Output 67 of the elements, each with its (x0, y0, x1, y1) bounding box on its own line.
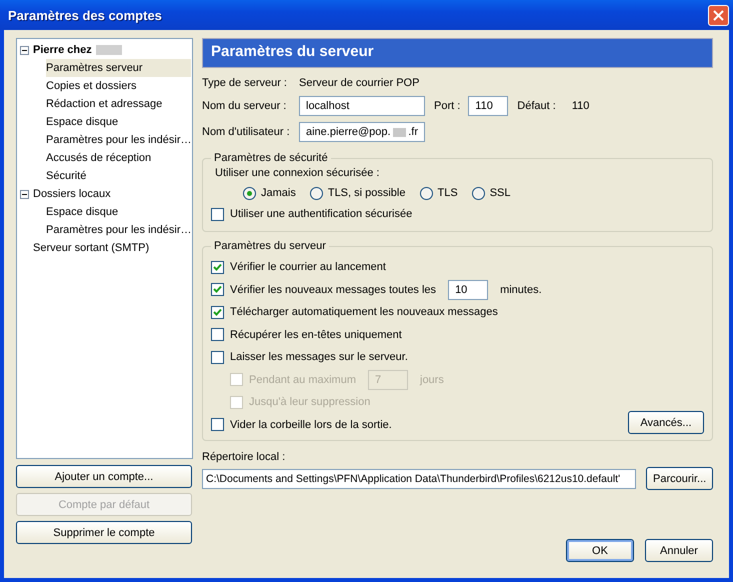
option-label: Télécharger automatiquement les nouveaux messages (230, 306, 498, 318)
option-label: Vérifier le courrier au lancement (230, 261, 386, 274)
checkbox[interactable] (211, 418, 224, 432)
blurred-text (96, 45, 122, 55)
tree-item[interactable]: Paramètres serveur (46, 59, 191, 77)
connection-prompt: Utiliser une connexion sécurisée : (215, 167, 380, 179)
collapse-icon[interactable] (20, 190, 29, 198)
tree-item[interactable]: Copies et dossiers (46, 77, 191, 95)
field-label: Répertoire local : (202, 451, 286, 463)
option-label: Vérifier les nouveaux messages toutes les (230, 284, 436, 296)
option-label: Laisser les messages sur le serveur. (230, 351, 408, 364)
account-button[interactable]: Supprimer le compte (16, 521, 192, 544)
local-directory-field[interactable]: C:\Documents and Settings\PFN\Application Data\Thunderbird\Profiles\6212us10.default' (202, 468, 636, 488)
username-field[interactable]: aine.pierre@pop. .fr (299, 122, 425, 142)
tree-item[interactable]: Serveur sortant (SMTP) (32, 242, 150, 254)
default-label: Défaut : (517, 100, 556, 112)
tree-item[interactable]: Paramètres pour les indésir… (46, 131, 191, 149)
close-button[interactable] (708, 4, 729, 26)
option-label: Pendant au maximum (249, 374, 356, 386)
window-title: Paramètres des comptes (8, 8, 162, 22)
radio-button[interactable] (420, 186, 432, 200)
advanced-button[interactable]: Avancés... (628, 411, 704, 434)
close-icon (713, 10, 724, 20)
collapse-icon[interactable] (20, 46, 29, 54)
server-type-value: Serveur de courrier POP (299, 77, 420, 89)
radio-label: TLS, si possible (328, 187, 406, 199)
port-field[interactable]: 110 (468, 96, 508, 116)
field-label: Type de serveur : (202, 77, 288, 89)
field-label: Nom d'utilisateur : (202, 126, 291, 138)
checkbox[interactable] (211, 328, 224, 342)
group-title: Paramètres du serveur (213, 240, 327, 252)
server-name-field[interactable]: localhost (299, 96, 425, 116)
number-field[interactable]: 10 (448, 280, 488, 300)
tree-item[interactable]: Paramètres pour les indésir… (46, 221, 191, 239)
radio-label: TLS (438, 187, 458, 199)
radio-button[interactable] (472, 186, 485, 200)
group-title: Paramètres de sécurité (213, 152, 329, 164)
tree-item[interactable]: Pierre chez (32, 44, 93, 56)
dialog-button[interactable]: OK (566, 539, 634, 562)
field-label: Port : (434, 100, 460, 112)
default-port-value: 110 (572, 100, 590, 112)
checkbox[interactable] (211, 350, 224, 364)
tree-item[interactable]: Rédaction et adressage (46, 95, 191, 113)
tree-item[interactable]: Accusés de réception (46, 149, 191, 167)
tree-item[interactable]: Dossiers locaux (32, 188, 112, 200)
checkbox[interactable] (211, 208, 224, 220)
unit-label: minutes. (500, 284, 542, 296)
tree-item[interactable]: Sécurité (46, 167, 191, 185)
option-label: Vider la corbeille lors de la sortie. (230, 418, 392, 431)
checkbox[interactable] (211, 306, 224, 319)
radio-button[interactable] (243, 186, 256, 200)
tree-item[interactable]: Espace disque (46, 203, 191, 221)
option-label: Utiliser une authentification sécurisée (230, 208, 412, 220)
browse-button[interactable]: Parcourir... (646, 467, 713, 490)
radio-label: Jamais (261, 187, 296, 199)
dialog-button[interactable]: Annuler (645, 539, 713, 562)
option-label: Jusqu'à leur suppression (249, 396, 370, 408)
radio-label: SSL (490, 187, 510, 199)
field-label: Nom du serveur : (202, 100, 288, 112)
panel-header: Paramètres du serveur (202, 38, 713, 68)
checkbox[interactable] (211, 283, 224, 296)
radio-button[interactable] (310, 186, 323, 200)
checkbox[interactable] (211, 260, 224, 274)
tree-item[interactable]: Espace disque (46, 113, 191, 131)
unit-label: jours (420, 374, 444, 386)
account-button[interactable]: Ajouter un compte... (16, 465, 192, 488)
option-label: Récupérer les en-têtes uniquement (230, 328, 402, 341)
